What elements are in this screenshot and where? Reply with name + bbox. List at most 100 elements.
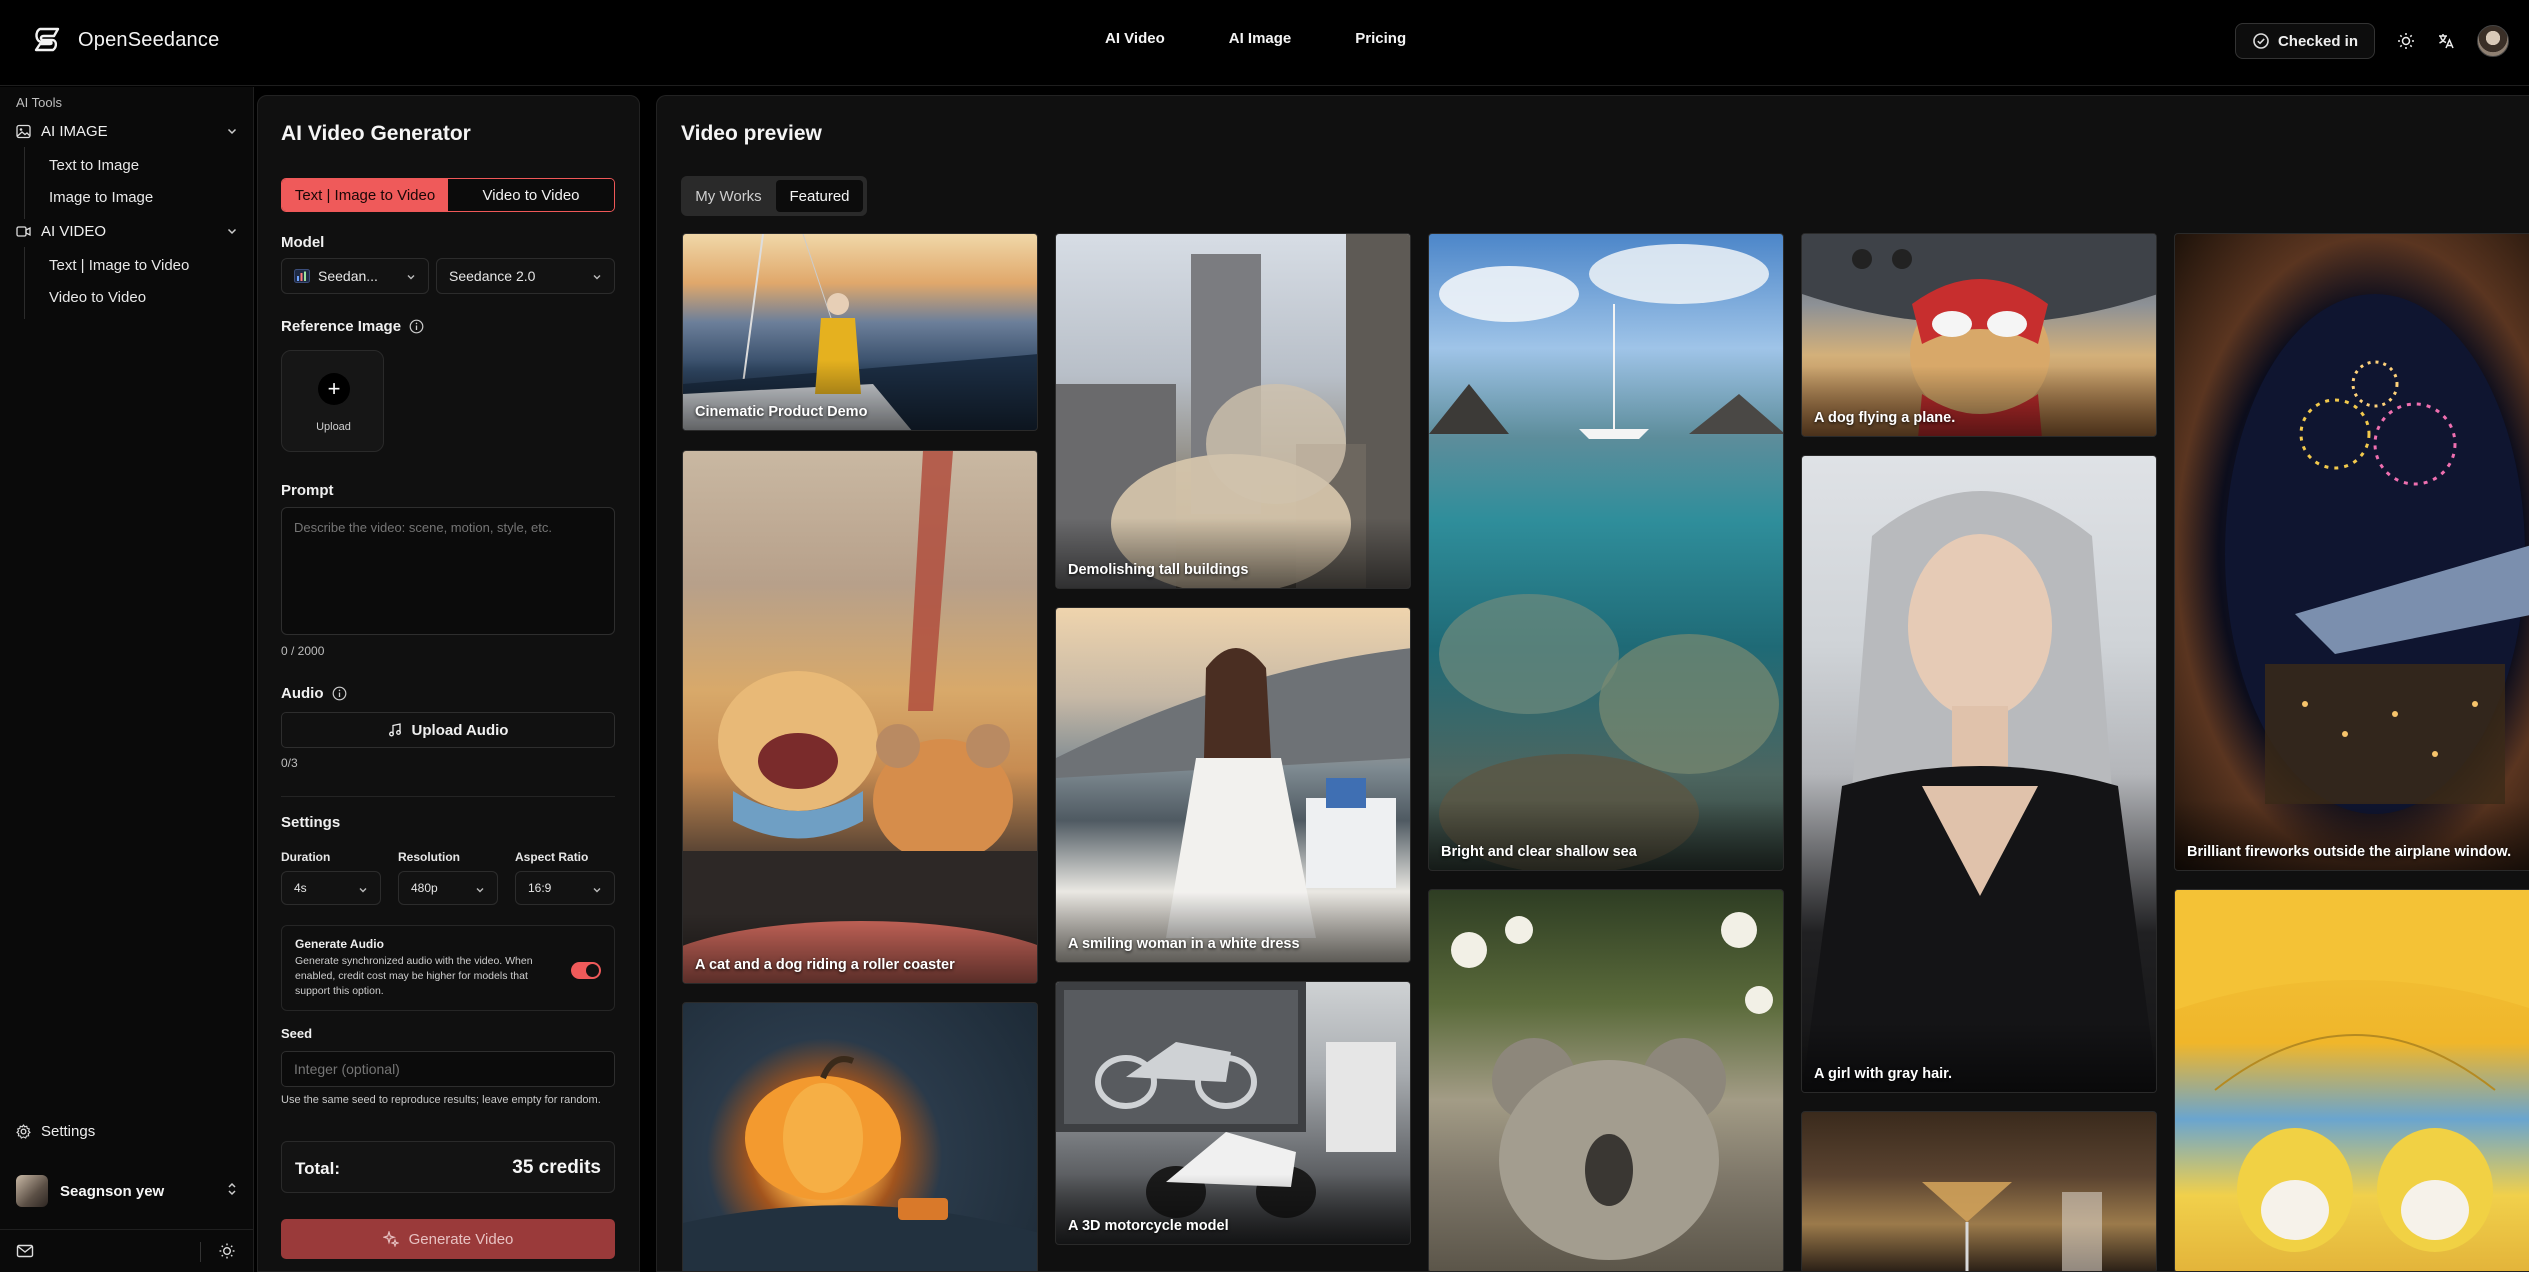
cocktail-thumbnail [1922,1182,2102,1271]
tab-video-to-video[interactable]: Video to Video [448,179,614,211]
video-card[interactable] [2174,889,2529,1271]
sidebar-settings[interactable]: Settings [16,1123,95,1140]
video-caption: Cinematic Product Demo [695,404,868,420]
tab-featured[interactable]: Featured [776,180,863,212]
video-caption: A cat and a dog riding a roller coaster [695,957,955,973]
aspect-ratio-select[interactable]: 16:9 [515,871,615,905]
sidebar-item-text-to-image[interactable]: Text to Image [49,157,139,174]
nav-ai-video[interactable]: AI Video [1105,30,1165,47]
settings-label: Settings [281,814,341,831]
tab-text-image-to-video[interactable]: Text | Image to Video [282,179,448,211]
video-card[interactable] [1801,1111,2157,1271]
upload-label: Upload [316,421,351,433]
preview-title: Video preview [681,122,822,145]
video-generator-panel: AI Video Generator Text | Image to Video… [257,95,640,1272]
seed-input[interactable] [281,1051,615,1087]
reference-image-upload[interactable]: + Upload [281,350,384,452]
language-icon[interactable] [2437,32,2455,50]
sidebar-tree-line [24,247,25,319]
top-nav: AI Video AI Image Pricing [1105,30,1406,47]
avatar [16,1175,48,1207]
plus-icon: + [318,373,350,405]
toggle-knob [586,964,599,977]
model-version-select[interactable]: Seedance 2.0 [436,258,615,294]
duration-label: Duration [281,850,331,864]
upload-audio-button[interactable]: Upload Audio [281,712,615,748]
nav-ai-image[interactable]: AI Image [1229,30,1292,47]
fireworks-thumbnail [2225,294,2529,814]
prompt-counter: 0 / 2000 [281,644,325,658]
chevron-down-icon [476,888,484,893]
brand-logo-icon [34,27,60,52]
sidebar-group-ai-video[interactable]: AI VIDEO [16,223,238,240]
video-icon [16,226,31,237]
video-caption: Brilliant fireworks outside the airplane… [2187,844,2512,860]
sidebar-footer [0,1229,254,1272]
total-label: Total: [295,1159,341,1178]
info-icon[interactable] [409,319,424,334]
gear-icon [16,1124,31,1139]
nav-pricing[interactable]: Pricing [1355,30,1406,47]
reference-image-label-row: Reference Image [281,318,424,335]
resolution-select[interactable]: 480p [398,871,498,905]
video-caption: Demolishing tall buildings [1068,562,1249,578]
video-card[interactable] [682,1002,1038,1271]
sidebar-section-title: AI Tools [16,95,63,110]
user-avatar[interactable] [2477,25,2509,57]
pumpkin-thumbnail [683,1056,1037,1271]
puppy-kitten-thumbnail [683,451,1037,983]
generate-video-button[interactable]: Generate Video [281,1219,615,1259]
video-card[interactable]: Brilliant fireworks outside the airplane… [2174,233,2529,871]
sidebar-group-ai-image[interactable]: AI IMAGE [16,123,238,140]
check-circle-icon [2253,33,2269,49]
video-card[interactable]: A 3D motorcycle model [1055,981,1411,1245]
theme-sun-icon[interactable] [218,1242,236,1260]
video-card[interactable] [1428,889,1784,1271]
sidebar-group-label: AI IMAGE [41,123,108,140]
video-card[interactable]: Bright and clear shallow sea [1428,233,1784,871]
sidebar-item-image-to-image[interactable]: Image to Image [49,189,153,206]
total-value: 35 credits [512,1157,601,1178]
user-menu[interactable]: Seagnson yew [16,1167,238,1215]
reference-image-label: Reference Image [281,318,402,335]
upload-audio-label: Upload Audio [411,721,509,739]
seed-label: Seed [281,1026,313,1041]
resolution-label: Resolution [398,850,460,864]
sidebar-item-video-to-video[interactable]: Video to Video [49,289,146,306]
video-card[interactable]: Demolishing tall buildings [1055,233,1411,589]
video-card[interactable]: A cat and a dog riding a roller coaster [682,450,1038,984]
audio-label: Audio [281,685,324,702]
footer-divider [200,1242,201,1262]
video-card[interactable]: A girl with gray hair. [1801,455,2157,1093]
model-provider-select[interactable]: Seedan... [281,258,429,294]
generate-audio-title: Generate Audio [295,937,384,951]
aspect-ratio-value: 16:9 [528,881,552,895]
prompt-label: Prompt [281,482,334,499]
model-provider-value: Seedan... [318,268,378,284]
generate-audio-toggle[interactable] [571,962,601,979]
generate-audio-card: Generate Audio Generate synchronized aud… [281,925,615,1011]
video-card[interactable]: Cinematic Product Demo [682,233,1038,431]
video-caption: A smiling woman in a white dress [1068,936,1300,952]
video-card[interactable]: A smiling woman in a white dress [1055,607,1411,963]
resolution-value: 480p [411,881,438,895]
total-credits: Total: 35 credits [281,1141,615,1193]
info-icon[interactable] [332,686,347,701]
panel-title: AI Video Generator [281,122,471,145]
brand[interactable]: OpenSeedance [32,25,219,55]
seed-help-text: Use the same seed to reproduce results; … [281,1094,601,1106]
duration-value: 4s [294,881,307,895]
chevron-down-icon [227,228,237,235]
duration-select[interactable]: 4s [281,871,381,905]
chevron-down-icon [359,888,367,893]
mail-icon[interactable] [16,1242,34,1260]
generate-audio-description: Generate synchronized audio with the vid… [295,955,533,997]
checked-in-button[interactable]: Checked in [2234,23,2375,59]
video-card[interactable]: A dog flying a plane. [1801,233,2157,437]
prompt-input[interactable] [281,507,615,635]
tab-my-works[interactable]: My Works [685,180,772,212]
mode-tabs: Text | Image to Video Video to Video [281,178,615,212]
sidebar-item-text-image-to-video[interactable]: Text | Image to Video [49,257,189,274]
model-label: Model [281,234,325,251]
theme-sun-icon[interactable] [2397,32,2415,50]
